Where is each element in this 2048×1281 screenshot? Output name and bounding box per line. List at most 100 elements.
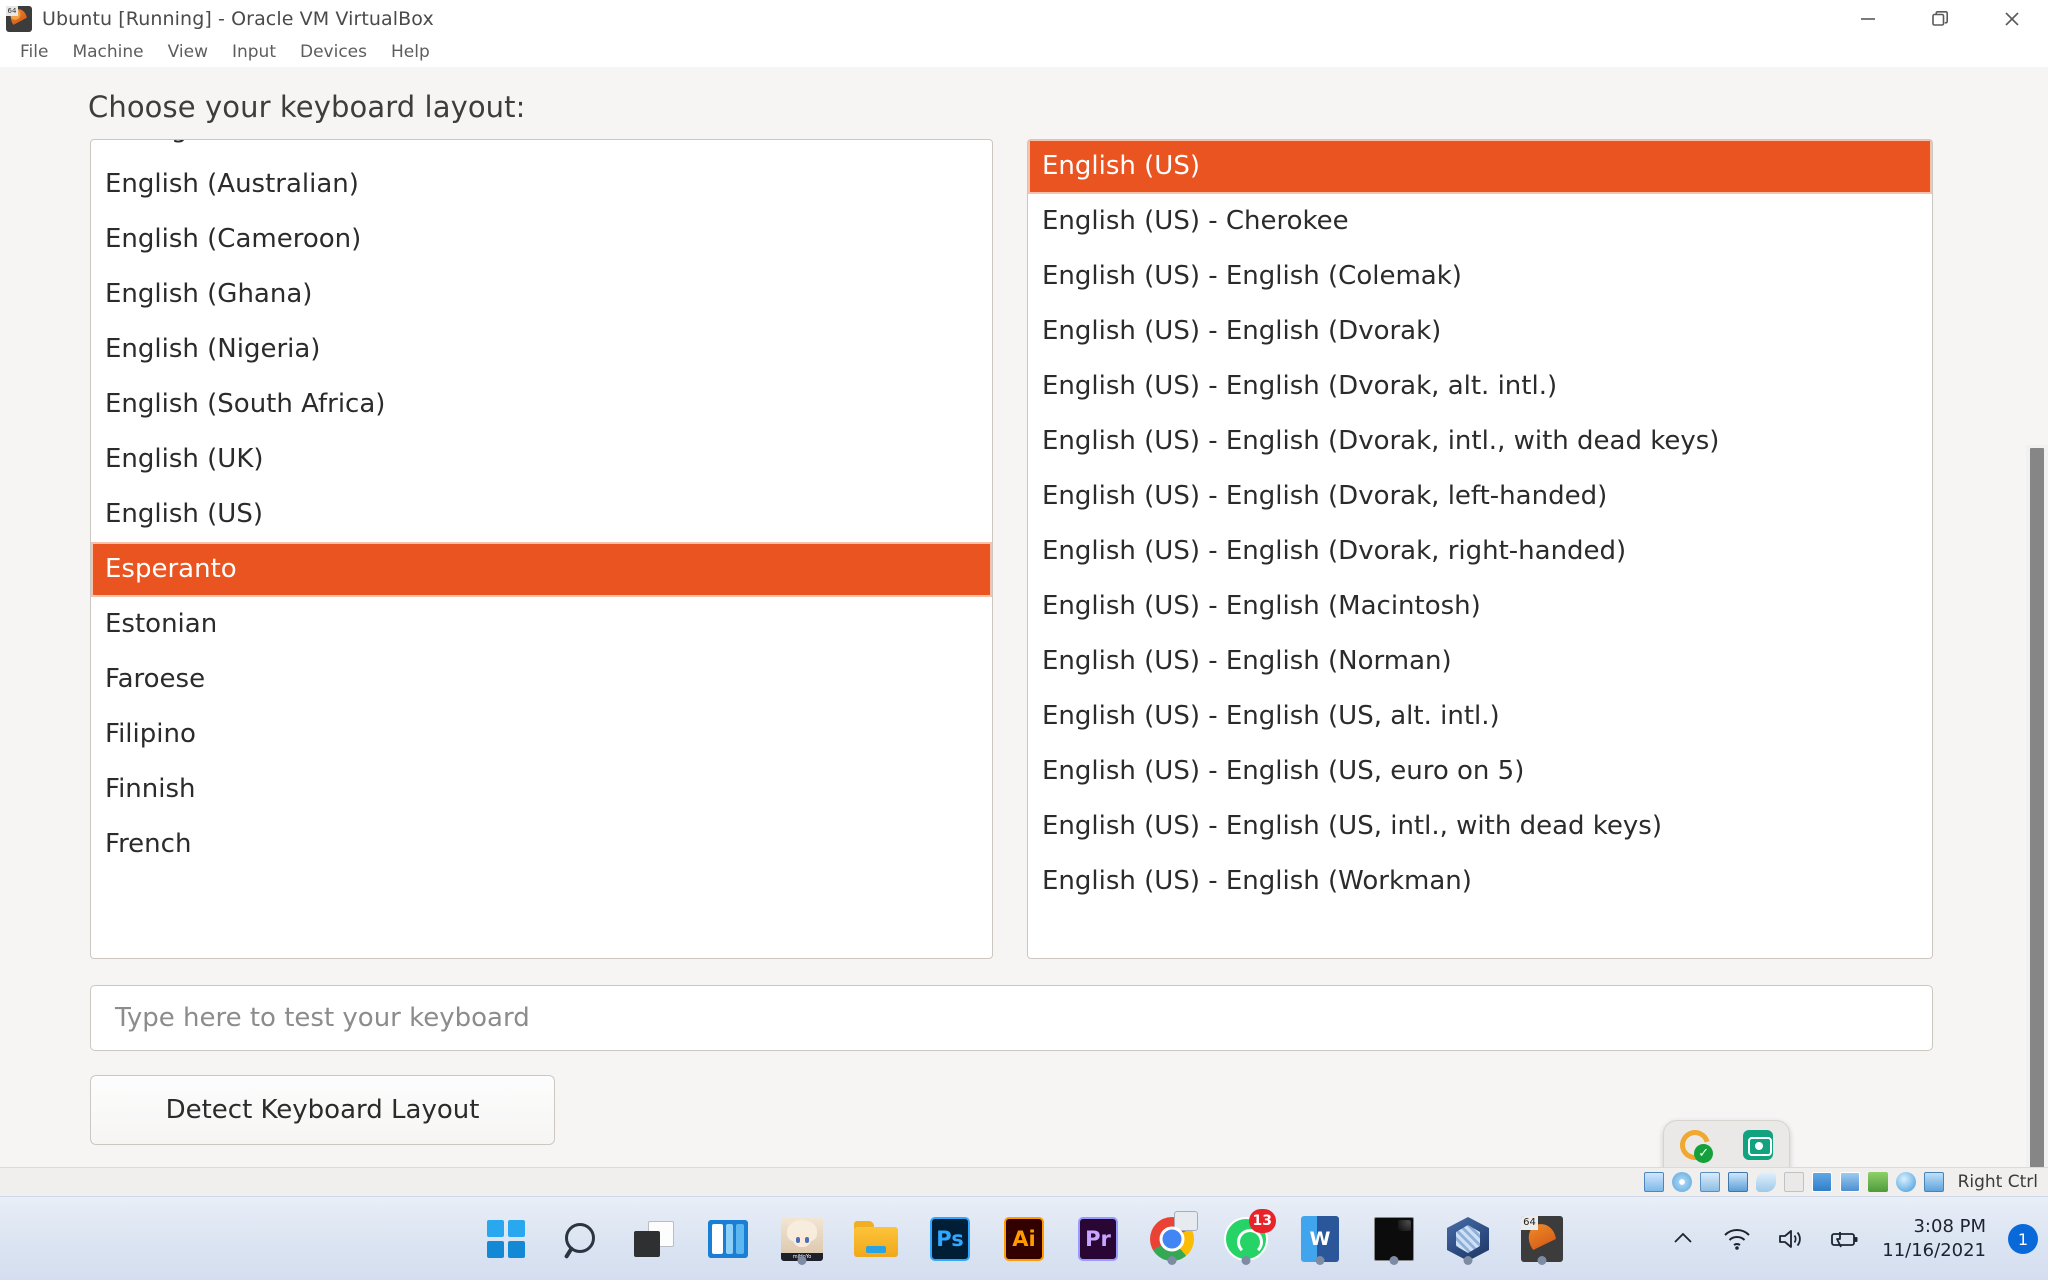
list-item[interactable]: English (US) - English (Colemak) (1028, 249, 1932, 304)
remote-desktop-icon[interactable] (1727, 1121, 1790, 1167)
window-titlebar[interactable]: 64 Ubuntu [Running] - Oracle VM VirtualB… (0, 0, 2048, 37)
virtualbox-status-bar: Right Ctrl (0, 1167, 2048, 1196)
show-hidden-icons-chevron-icon[interactable] (1666, 1222, 1700, 1256)
software-updates-icon[interactable]: ✓ (1664, 1121, 1727, 1167)
list-item[interactable]: English (Australian) (91, 157, 992, 212)
close-icon[interactable] (1976, 0, 2048, 37)
list-item[interactable]: English (US) - English (Dvorak, alt. int… (1028, 359, 1932, 414)
genshin-impact-icon: miHoYo (781, 1217, 823, 1261)
task-view-button[interactable] (628, 1211, 680, 1267)
search-button[interactable] (554, 1211, 606, 1267)
menu-item-input[interactable]: Input (220, 40, 288, 64)
keyboard-language-list[interactable]: DzongkhaEnglish (Australian)English (Cam… (90, 139, 993, 959)
windows-logo-icon (487, 1220, 525, 1258)
file-explorer-app[interactable] (850, 1211, 902, 1267)
genshin-impact-app[interactable]: miHoYo (776, 1211, 828, 1267)
list-item[interactable]: English (US) - English (Workman) (1028, 854, 1932, 909)
keyboard-capture-icon[interactable] (1894, 1171, 1918, 1193)
list-item[interactable]: English (US) - English (US, alt. intl.) (1028, 689, 1932, 744)
wifi-icon[interactable] (1720, 1222, 1754, 1256)
host-key-icon[interactable] (1922, 1171, 1946, 1193)
usb-icon[interactable] (1754, 1171, 1778, 1193)
hard-disk-icon[interactable] (1642, 1171, 1666, 1193)
list-item[interactable]: English (US) - English (Dvorak, right-ha… (1028, 524, 1932, 579)
terminal-icon (1374, 1217, 1414, 1261)
menu-item-view[interactable]: View (156, 40, 220, 64)
illustrator-app[interactable]: Ai (998, 1211, 1050, 1267)
virtualbox-vm-app[interactable]: 64 (1516, 1211, 1568, 1267)
floppy-disk-icon[interactable] (1698, 1171, 1722, 1193)
list-item[interactable]: Faroese (91, 652, 992, 707)
clock-date: 11/16/2021 (1882, 1240, 1986, 1261)
list-item[interactable]: English (US) - English (Macintosh) (1028, 579, 1932, 634)
photoshop-icon: Ps (930, 1217, 970, 1261)
running-indicator (1389, 1256, 1399, 1265)
window-title: Ubuntu [Running] - Oracle VM VirtualBox (42, 7, 434, 30)
widgets-button[interactable] (702, 1211, 754, 1267)
list-item[interactable]: English (Nigeria) (91, 322, 992, 377)
minimize-icon[interactable] (1832, 0, 1904, 37)
list-item[interactable]: English (US) - English (Dvorak, left-han… (1028, 469, 1932, 524)
chrome-app[interactable] (1146, 1211, 1198, 1267)
list-item[interactable]: English (US) (91, 487, 992, 542)
premiere-pro-app[interactable]: Pr (1072, 1211, 1124, 1267)
start-button[interactable] (480, 1211, 532, 1267)
list-item[interactable]: English (US) - English (Dvorak) (1028, 304, 1932, 359)
notification-badge[interactable]: 1 (2008, 1224, 2038, 1254)
menu-item-machine[interactable]: Machine (60, 40, 155, 64)
shared-folder-icon[interactable] (1782, 1171, 1806, 1193)
whatsapp-app[interactable]: 13 (1220, 1209, 1276, 1267)
list-item[interactable]: English (US) - English (US, intl., with … (1028, 799, 1932, 854)
list-item[interactable]: English (US) - English (Norman) (1028, 634, 1932, 689)
task-view-icon (634, 1221, 674, 1257)
running-indicator (1241, 1256, 1251, 1265)
list-item[interactable]: French (91, 817, 992, 872)
list-item[interactable]: Estonian (91, 597, 992, 652)
optical-disk-icon[interactable] (1670, 1171, 1694, 1193)
list-item[interactable]: English (US) - Cherokee (1028, 194, 1932, 249)
display-icon[interactable] (1810, 1171, 1834, 1193)
virtualbox-window: 64 Ubuntu [Running] - Oracle VM VirtualB… (0, 0, 2048, 1196)
detect-keyboard-layout-button[interactable]: Detect Keyboard Layout (90, 1075, 555, 1145)
system-tray: 3:08 PM 11/16/2021 1 (1666, 1197, 2038, 1281)
volume-icon[interactable] (1774, 1222, 1808, 1256)
network-icon[interactable] (1726, 1171, 1750, 1193)
word-app[interactable]: W (1294, 1211, 1346, 1267)
restore-icon[interactable] (1904, 0, 1976, 37)
terminal-app[interactable] (1368, 1211, 1420, 1267)
menubar: File Machine View Input Devices Help (0, 37, 2048, 67)
battery-charging-icon[interactable] (1828, 1222, 1862, 1256)
list-item[interactable]: Finnish (91, 762, 992, 817)
mouse-integration-icon[interactable] (1866, 1171, 1890, 1193)
keyboard-variant-list[interactable]: English (US) English (US) - Cherokee Engli… (1027, 139, 1933, 959)
list-item[interactable]: English (UK) (91, 432, 992, 487)
search-icon (561, 1220, 599, 1258)
list-item[interactable]: English (South Africa) (91, 377, 992, 432)
list-item[interactable]: English (US) - English (Dvorak, intl., w… (1028, 414, 1932, 469)
list-item[interactable]: English (Ghana) (91, 267, 992, 322)
premiere-pro-icon: Pr (1078, 1217, 1118, 1261)
list-item[interactable]: Esperanto (91, 542, 992, 597)
windows-taskbar: miHoYo Ps Ai Pr 13 (0, 1196, 2048, 1280)
running-indicator (1537, 1256, 1547, 1265)
detect-keyboard-layout-label: Detect Keyboard Layout (165, 1095, 480, 1125)
menu-item-devices[interactable]: Devices (288, 40, 379, 64)
list-item[interactable]: Filipino (91, 707, 992, 762)
keyboard-test-placeholder: Type here to test your keyboard (115, 1003, 530, 1033)
recording-icon[interactable] (1838, 1171, 1862, 1193)
list-item[interactable]: English (US) - English (US, euro on 5) (1028, 744, 1932, 799)
list-item[interactable]: English (Cameroon) (91, 212, 992, 267)
taskbar-clock[interactable]: 3:08 PM 11/16/2021 (1882, 1215, 1986, 1264)
virtualbox-manager-app[interactable] (1442, 1211, 1494, 1267)
floating-tool-panel[interactable]: ✓ ! (1663, 1120, 1790, 1167)
list-item[interactable]: Dzongkha (91, 140, 992, 157)
guest-display: Choose your keyboard layout: DzongkhaEng… (0, 67, 2048, 1167)
page-title: Choose your keyboard layout: (88, 90, 526, 124)
keyboard-test-input[interactable]: Type here to test your keyboard (90, 985, 1933, 1051)
menu-item-file[interactable]: File (8, 40, 60, 64)
list-item[interactable]: English (US) (1028, 140, 1932, 194)
menu-item-help[interactable]: Help (379, 40, 442, 64)
guest-scrollbar-thumb[interactable] (2030, 448, 2044, 1167)
photoshop-app[interactable]: Ps (924, 1211, 976, 1267)
taskbar-app-group: miHoYo Ps Ai Pr 13 (480, 1197, 1568, 1281)
